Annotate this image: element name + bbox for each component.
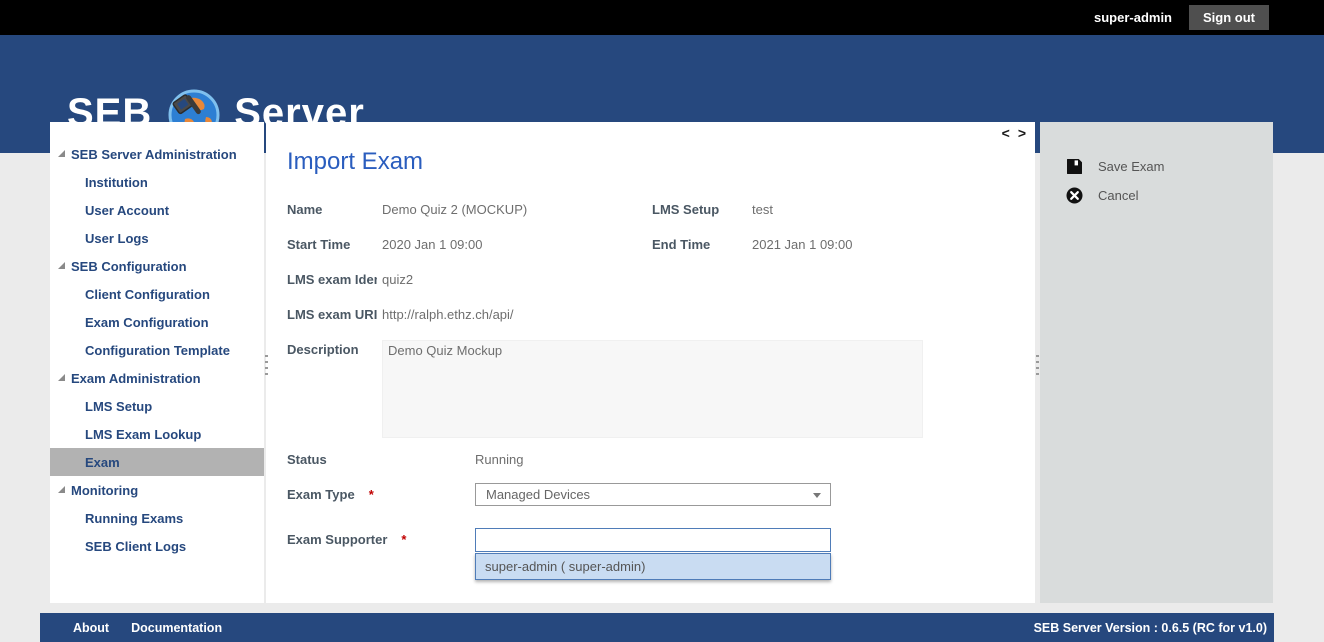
exam-supporter-label: Exam Supporter* [287,532,406,547]
status-value: Running [475,452,523,467]
sidebar-item-user-account[interactable]: User Account [50,196,264,224]
sidebar-item-institution[interactable]: Institution [50,168,264,196]
about-link[interactable]: About [73,621,109,635]
sidebar-item-lms-setup[interactable]: LMS Setup [50,392,264,420]
tree-expand-icon [58,150,65,157]
tree-expand-icon [58,374,65,381]
description-textarea[interactable]: Demo Quiz Mockup [382,340,923,438]
collapse-right-icon[interactable]: > [1018,125,1026,141]
cancel-icon [1066,187,1083,204]
collapse-left-icon[interactable]: < [1002,125,1010,141]
start-time-value: 2020 Jan 1 09:00 [382,237,482,252]
sidebar-item-exam[interactable]: Exam [50,448,264,476]
sign-out-button[interactable]: Sign out [1189,5,1269,30]
exam-supporter-dropdown-option[interactable]: super-admin ( super-admin) [475,553,831,580]
save-icon [1066,158,1083,175]
exam-type-selected-value: Managed Devices [486,487,590,502]
sidebar-item-exam-configuration[interactable]: Exam Configuration [50,308,264,336]
sidebar-item-lms-exam-lookup[interactable]: LMS Exam Lookup [50,420,264,448]
description-label: Description [287,342,359,357]
required-asterisk: * [369,487,374,502]
sidebar-item-user-logs[interactable]: User Logs [50,224,264,252]
name-label: Name [287,202,322,217]
cancel-button[interactable]: Cancel [1040,181,1273,210]
sidebar-section-seb-configuration[interactable]: SEB Configuration [50,252,264,280]
lms-exam-url-label: LMS exam URI [287,307,377,322]
page-title: Import Exam [287,148,423,176]
tree-expand-icon [58,262,65,269]
exam-supporter-input[interactable] [475,528,831,552]
save-exam-button[interactable]: Save Exam [1040,152,1273,181]
footer-links: About Documentation [73,621,222,635]
required-asterisk: * [401,532,406,547]
start-time-label: Start Time [287,237,350,252]
topbar: super-admin Sign out [0,0,1324,35]
lms-exam-url-value: http://ralph.ethz.ch/api/ [382,307,514,322]
sidebar-section-label: Monitoring [71,483,138,498]
sidebar-section-exam-administration[interactable]: Exam Administration [50,364,264,392]
status-label: Status [287,452,327,467]
documentation-link[interactable]: Documentation [131,621,222,635]
sidebar-item-seb-client-logs[interactable]: SEB Client Logs [50,532,264,560]
sidebar-item-configuration-template[interactable]: Configuration Template [50,336,264,364]
tree-expand-icon [58,486,65,493]
exam-type-label: Exam Type* [287,487,374,502]
panel-collapse-controls: < > [1002,125,1026,141]
save-exam-label: Save Exam [1098,159,1164,174]
main-content-panel: < > Import Exam Name Demo Quiz 2 (MOCKUP… [266,122,1035,603]
sidebar-section-label: Exam Administration [71,371,201,386]
sidebar-section-label: SEB Configuration [71,259,187,274]
lms-exam-identifier-label: LMS exam Iden [287,272,377,287]
end-time-label: End Time [652,237,710,252]
sash-handle[interactable] [265,355,268,379]
sash-handle[interactable] [1036,355,1039,379]
lms-setup-label: LMS Setup [652,202,719,217]
lms-setup-value: test [752,202,773,217]
end-time-value: 2021 Jan 1 09:00 [752,237,852,252]
footer-bar: About Documentation SEB Server Version :… [40,613,1274,642]
sidebar-section-seb-server-administration[interactable]: SEB Server Administration [50,140,264,168]
version-text: SEB Server Version : 0.6.5 (RC for v1.0) [1034,621,1274,635]
sidebar-navigation: SEB Server Administration Institution Us… [50,122,264,603]
lms-exam-identifier-value: quiz2 [382,272,413,287]
sidebar-section-monitoring[interactable]: Monitoring [50,476,264,504]
logged-in-username: super-admin [1094,10,1172,25]
sidebar-item-running-exams[interactable]: Running Exams [50,504,264,532]
sidebar-item-client-configuration[interactable]: Client Configuration [50,280,264,308]
exam-type-select[interactable]: Managed Devices [475,483,831,506]
action-pane: Save Exam Cancel [1040,122,1273,603]
sidebar-section-label: SEB Server Administration [71,147,237,162]
name-value: Demo Quiz 2 (MOCKUP) [382,202,527,217]
chevron-down-icon [813,493,821,498]
cancel-label: Cancel [1098,188,1138,203]
